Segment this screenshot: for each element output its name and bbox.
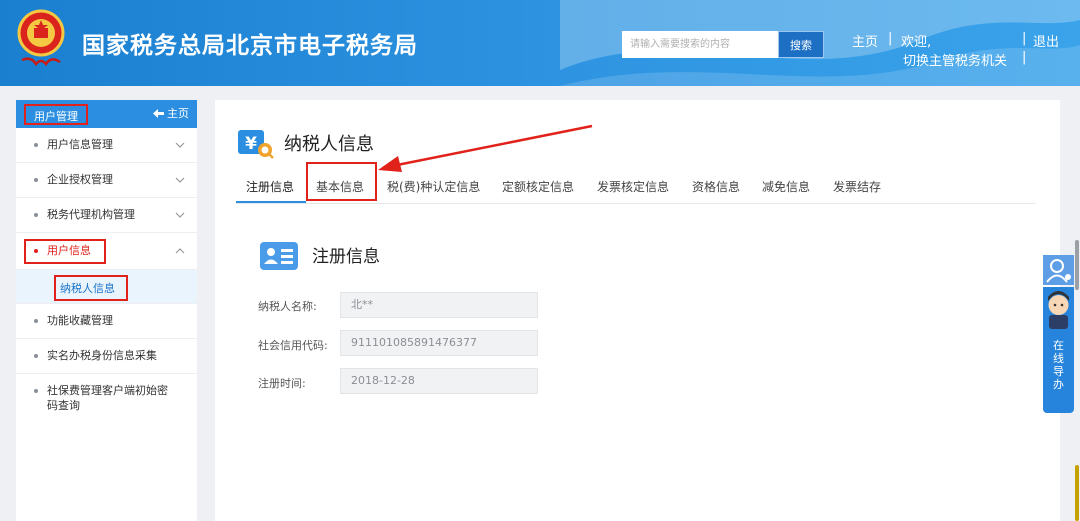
credit-code-field: 911101085891476377 [340,330,538,356]
tab-divider [236,203,1036,204]
chevron-down-icon [175,177,185,183]
svg-text:¥: ¥ [245,134,257,154]
tax-emblem-logo [17,9,65,67]
sidebar-item-label: 实名办税身份信息采集 [47,349,157,362]
chevron-down-icon [175,142,185,148]
header-separator-3: | [1022,50,1027,65]
online-guide-widget[interactable]: 在线导办 [1043,255,1074,413]
sidebar-title: 用户管理 [24,104,88,125]
sidebar-subitem-label: 纳税人信息 [54,275,128,301]
page-title: 纳税人信息 [284,134,374,155]
welcome-text: 欢迎, [901,35,932,50]
bullet-icon [34,143,38,147]
search-input[interactable]: 请输入需要搜索的内容 [622,31,778,58]
sidebar: 用户管理 主页 用户信息管理 企业授权管理 税务代理机构管理 用户信息 纳税人信… [16,100,197,521]
sidebar-item-label: 企业授权管理 [47,173,113,186]
section-title: 注册信息 [312,247,380,267]
sidebar-item-favorites-management[interactable]: 功能收藏管理 [16,304,197,339]
service-agent-icon [1048,291,1069,329]
scrollbar-marker [1075,465,1079,521]
sidebar-item-tax-agency-management[interactable]: 税务代理机构管理 [16,198,197,233]
sidebar-item-label: 税务代理机构管理 [47,208,135,221]
field-label-registration-date: 注册时间: [258,377,306,390]
sidebar-item-label: 社保费管理客户端初始密码查询 [47,384,168,412]
tab-registration-info[interactable]: 注册信息 [246,179,294,195]
sidebar-subitem-taxpayer-info[interactable]: 纳税人信息 [16,270,197,304]
arrow-left-icon [152,109,164,118]
header-separator: | [888,31,893,46]
field-label-credit-code: 社会信用代码: [258,339,328,352]
sidebar-home-label: 主页 [167,107,189,120]
top-header: 国家税务总局北京市电子税务局 请输入需要搜索的内容 搜索 主页 | 欢迎, 切换… [0,0,1080,86]
header-separator-2: | [1022,31,1027,46]
sidebar-item-real-name-collection[interactable]: 实名办税身份信息采集 [16,339,197,374]
home-link[interactable]: 主页 [852,31,878,50]
registration-date-field: 2018-12-28 [340,368,538,394]
tab-tax-type-recognition[interactable]: 税(费)种认定信息 [387,179,480,195]
tab-quota-verification[interactable]: 定额核定信息 [502,179,574,195]
active-tab-indicator [236,201,306,203]
tab-qualification-info[interactable]: 资格信息 [692,179,740,195]
sidebar-home-link[interactable]: 主页 [152,106,189,122]
sidebar-item-user-info-management[interactable]: 用户信息管理 [16,128,197,163]
taxpayer-name-field: 北** [340,292,538,318]
sidebar-item-enterprise-authorization[interactable]: 企业授权管理 [16,163,197,198]
field-label-taxpayer-name: 纳税人名称: [258,300,317,313]
tab-invoice-verification[interactable]: 发票核定信息 [597,179,669,195]
search-button[interactable]: 搜索 [778,31,824,58]
sidebar-item-user-info[interactable]: 用户信息 [16,233,197,270]
chevron-up-icon [175,248,185,254]
bullet-icon [34,354,38,358]
site-title: 国家税务总局北京市电子税务局 [82,33,418,59]
annotation-arrow-icon [378,124,593,172]
switch-authority-link[interactable]: 切换主管税务机关 [903,50,1007,69]
sidebar-item-label: 用户信息管理 [47,138,113,151]
online-guide-label: 在线导办 [1053,339,1064,391]
taxpayer-yen-icon: ¥ [238,130,274,159]
scrollbar-thumb[interactable] [1075,240,1079,290]
tab-exemption-info[interactable]: 减免信息 [762,179,810,195]
sidebar-item-label: 用户信息 [47,244,91,257]
sidebar-item-social-security-password[interactable]: 社保费管理客户端初始密码查询 [16,374,197,424]
user-service-icon [1043,255,1074,285]
tab-invoice-balance[interactable]: 发票结存 [833,179,881,195]
bullet-icon [34,249,38,253]
bullet-icon [34,178,38,182]
registration-card-icon [260,242,298,270]
bullet-icon [34,319,38,323]
sidebar-header: 用户管理 主页 [16,100,197,128]
chevron-down-icon [175,212,185,218]
bullet-icon [34,389,38,393]
bullet-icon [34,213,38,217]
logout-link[interactable]: 退出 [1033,31,1059,50]
highlight-box [306,162,377,201]
sidebar-item-label: 功能收藏管理 [47,314,113,327]
